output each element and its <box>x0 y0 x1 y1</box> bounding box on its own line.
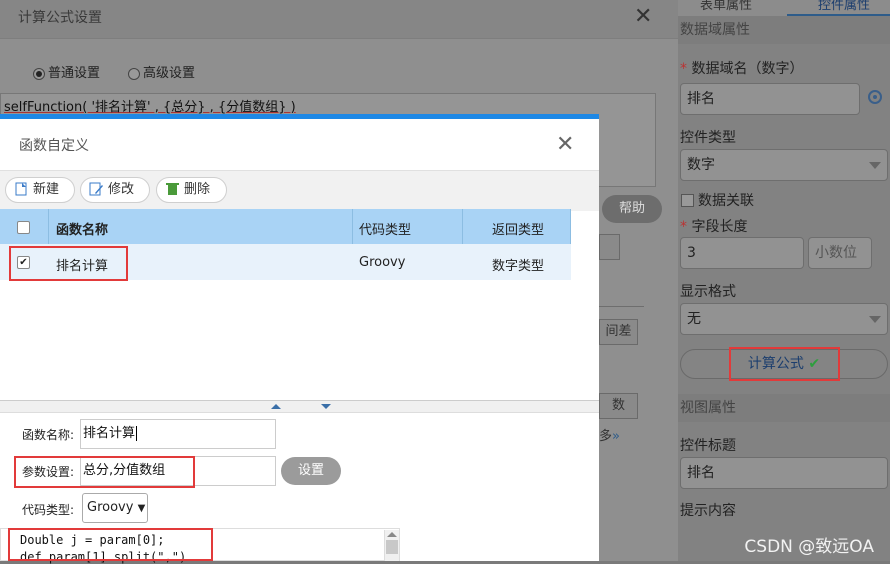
func-name-value: 排名计算 <box>83 426 136 441</box>
chevron-down-icon <box>869 162 881 169</box>
field-name-label: * 数据域名（数字） <box>680 58 803 78</box>
new-doc-icon <box>15 182 27 195</box>
func-name-input[interactable]: 排名计算 <box>80 419 276 449</box>
help-button[interactable]: 帮助 <box>602 195 662 223</box>
scroll-up-icon[interactable] <box>387 532 397 537</box>
cell-code-type: Groovy <box>359 255 406 270</box>
text-cursor <box>136 426 138 441</box>
delete-label: 删除 <box>184 182 211 197</box>
new-label: 新建 <box>33 182 60 197</box>
view-section-header: 视图属性 <box>678 394 890 422</box>
radio-normal-label: 普通设置 <box>48 66 101 81</box>
scroll-thumb[interactable] <box>386 540 398 554</box>
display-format-value: 无 <box>687 311 701 327</box>
code-type-select[interactable]: Groovy ▼ <box>82 493 148 523</box>
highlight-box-row <box>9 246 128 281</box>
control-type-select[interactable]: 数字 <box>680 149 888 181</box>
data-link-checkbox[interactable] <box>681 194 694 207</box>
code-scrollbar[interactable] <box>384 530 399 561</box>
close-icon[interactable]: ✕ <box>634 4 652 29</box>
expand-down-icon[interactable] <box>321 404 331 409</box>
code-type-label: 代码类型: <box>22 503 75 517</box>
column-header-return-type[interactable]: 返回类型 <box>492 219 544 238</box>
hint-label: 提示内容 <box>680 503 736 519</box>
tab-form-properties[interactable]: 表单属性 <box>700 0 752 13</box>
column-header-code-type[interactable]: 代码类型 <box>359 219 411 238</box>
data-section-header: 数据域属性 <box>678 16 890 44</box>
highlight-box-params <box>14 456 195 488</box>
column-separator <box>570 209 571 244</box>
display-format-select[interactable]: 无 <box>680 303 888 335</box>
double-chevron-down-icon: » <box>612 429 620 444</box>
field-length-label-text: 字段长度 <box>691 219 748 235</box>
chevron-down-icon <box>869 316 881 323</box>
radio-advanced-label: 高级设置 <box>143 66 196 81</box>
display-format-label: 显示格式 <box>680 284 736 300</box>
delete-button[interactable]: 删除 <box>156 177 227 203</box>
decimal-input[interactable]: 小数位 <box>808 237 872 269</box>
split-handle[interactable] <box>0 400 599 413</box>
control-title-label: 控件标题 <box>680 438 736 454</box>
formula-dialog-title: 计算公式设置 <box>18 10 102 26</box>
field-length-input[interactable]: 3 <box>680 237 804 269</box>
collapse-up-icon[interactable] <box>271 404 281 409</box>
set-button[interactable]: 设置 <box>281 457 341 485</box>
radio-advanced-settings[interactable]: 高级设置 <box>128 62 195 81</box>
select-all-checkbox[interactable] <box>17 221 30 234</box>
more-label: 多 <box>599 429 613 444</box>
back-button-partial-2[interactable]: 数 <box>599 393 638 419</box>
required-star: * <box>680 219 687 235</box>
column-separator <box>462 209 463 244</box>
dropdown-arrow-icon: ▼ <box>137 503 146 514</box>
formula-text: selfFunction( '排名计算' , {总分} , {分值数组} ) <box>4 100 296 115</box>
field-name-label-text: 数据域名（数字） <box>691 61 804 77</box>
column-separator <box>352 209 353 244</box>
edit-doc-icon <box>89 182 103 195</box>
control-type-label: 控件类型 <box>680 130 736 146</box>
watermark: CSDN @致远OA <box>744 537 874 557</box>
cell-return-type: 数字类型 <box>492 259 545 274</box>
code-type-value: Groovy <box>87 500 134 515</box>
locate-icon[interactable] <box>868 90 882 104</box>
control-title-input[interactable]: 排名 <box>680 457 888 489</box>
control-type-value: 数字 <box>687 157 715 173</box>
highlight-box-calc <box>729 347 840 381</box>
column-separator <box>48 209 49 244</box>
tab-control-properties[interactable]: 控件属性 <box>818 0 870 13</box>
radio-selected-icon <box>33 67 45 80</box>
field-length-label: * 字段长度 <box>680 216 747 236</box>
highlight-box-code <box>8 528 213 561</box>
column-header-name[interactable]: 函数名称 <box>56 219 108 238</box>
divider <box>599 306 644 307</box>
trash-icon <box>166 182 179 195</box>
data-link-label: 数据关联 <box>698 193 754 209</box>
radio-normal-settings[interactable]: 普通设置 <box>33 62 100 81</box>
modal-title: 函数自定义 <box>19 138 89 154</box>
back-field-fragment[interactable] <box>599 234 620 260</box>
close-icon[interactable]: ✕ <box>556 132 574 157</box>
field-name-input[interactable]: 排名 <box>680 83 860 115</box>
back-more-link[interactable]: 多» <box>599 425 620 444</box>
edit-button[interactable]: 修改 <box>80 177 150 203</box>
back-button-partial-1[interactable]: 间差 <box>599 319 638 345</box>
func-name-label: 函数名称: <box>22 428 75 442</box>
edit-label: 修改 <box>108 182 135 197</box>
radio-unselected-icon <box>128 67 140 80</box>
new-button[interactable]: 新建 <box>5 177 75 203</box>
required-star: * <box>680 61 687 77</box>
